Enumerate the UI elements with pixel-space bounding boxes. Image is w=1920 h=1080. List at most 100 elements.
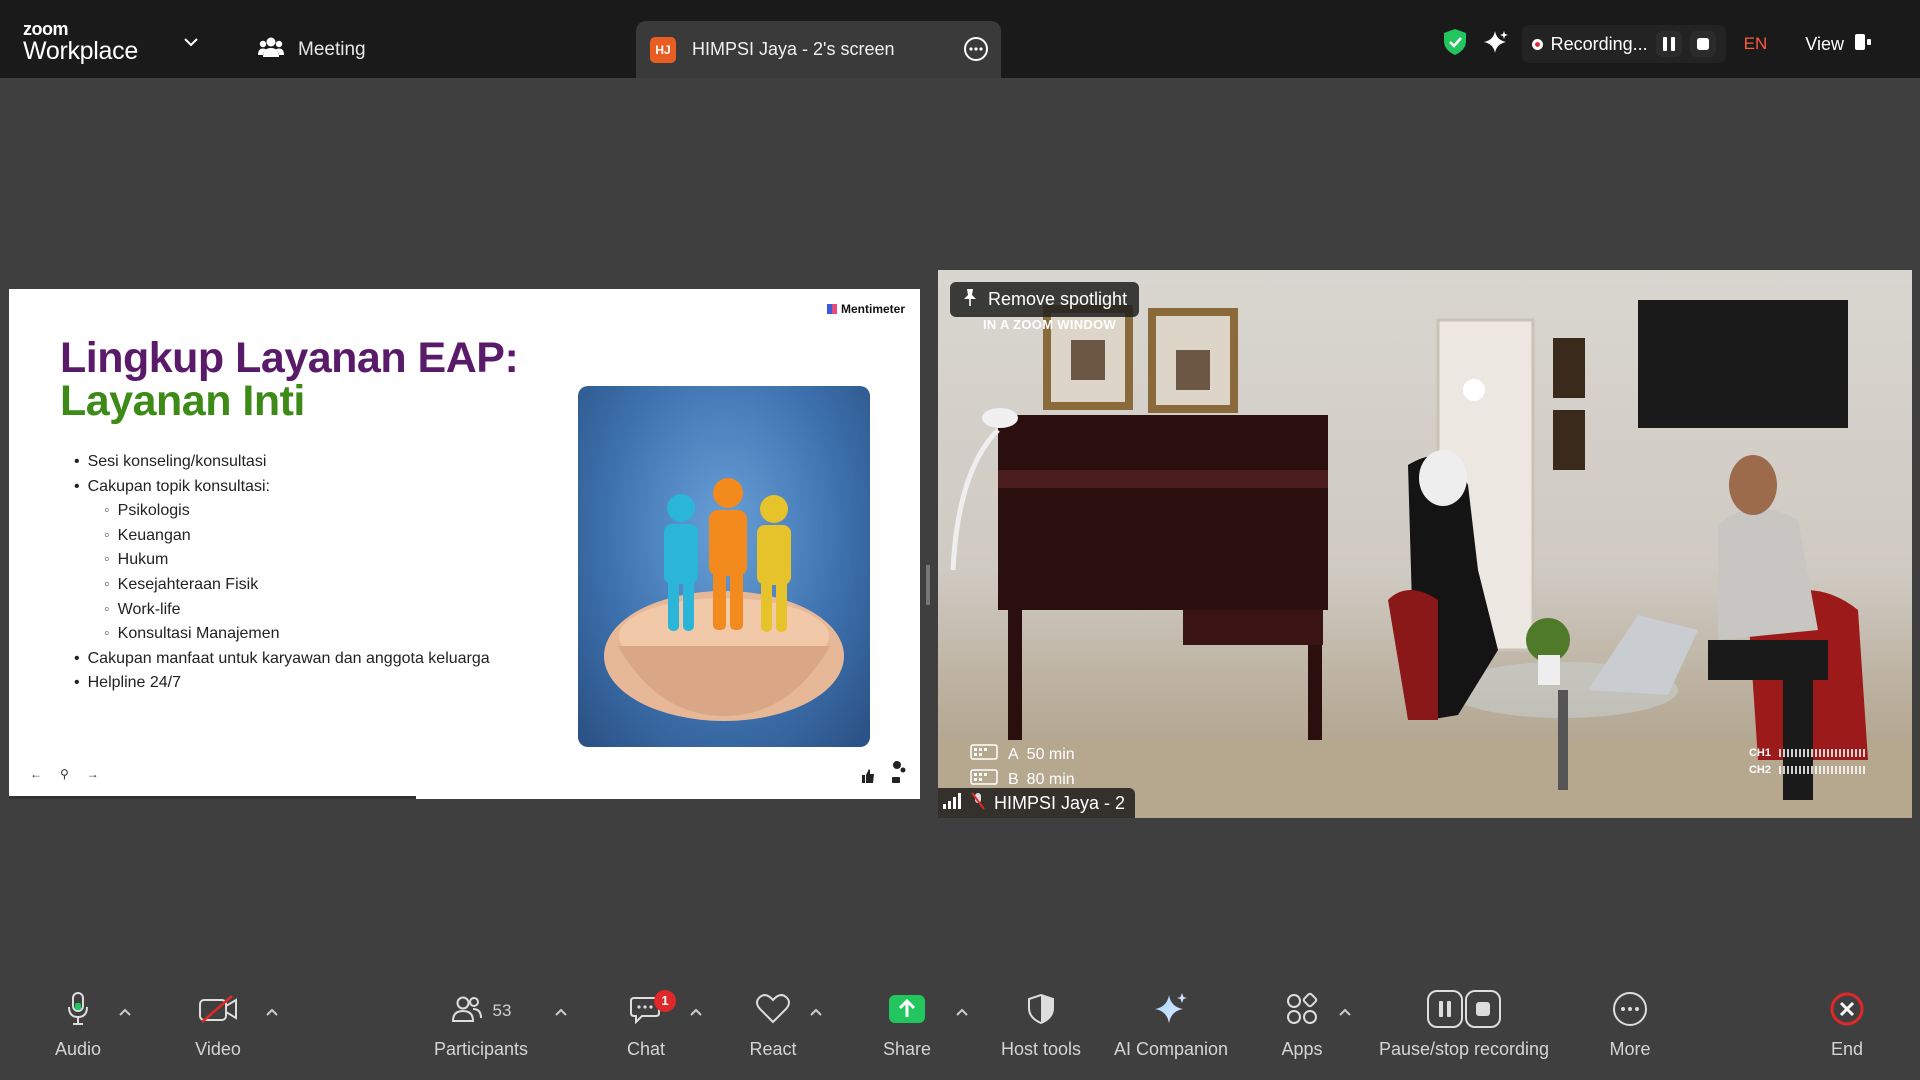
track-b-letter: B <box>1008 770 1019 788</box>
participants-count: 53 <box>492 1001 512 1020</box>
end-meeting-button[interactable]: End <box>1777 990 1917 1060</box>
split-resize-handle[interactable] <box>926 565 930 605</box>
pause-stop-recording-button[interactable]: Pause/stop recording <box>1364 989 1564 1060</box>
ai-sparkle-icon[interactable] <box>1482 29 1508 60</box>
sub-bullet-item: Psikologis <box>74 499 490 524</box>
slide-title: Lingkup Layanan EAP: <box>60 334 519 382</box>
chat-bubble-icon: 1 <box>630 989 676 1029</box>
stop-recording-button[interactable] <box>1689 31 1716 57</box>
ai-companion-button[interactable]: AI Companion <box>1101 990 1241 1060</box>
arrow-left-icon[interactable]: ← <box>30 767 42 781</box>
video-off-icon <box>198 994 238 1029</box>
arrow-right-icon[interactable]: → <box>87 767 99 781</box>
zoom-workplace-logo[interactable]: zoom Workplace <box>23 20 138 64</box>
more-button[interactable]: More <box>1560 990 1700 1060</box>
mentimeter-label: Mentimeter <box>840 302 905 316</box>
encryption-shield-icon[interactable] <box>1442 28 1468 61</box>
apps-button[interactable]: Apps <box>1232 990 1372 1060</box>
pause-stop-recording-icon <box>1427 989 1501 1033</box>
pause-recording-button[interactable] <box>1655 31 1682 57</box>
chevron-up-icon[interactable] <box>1338 1004 1352 1022</box>
heart-icon <box>755 993 791 1030</box>
chevron-up-icon[interactable] <box>955 1004 969 1022</box>
participants-button[interactable]: 53 Participants <box>411 990 551 1060</box>
video-button[interactable]: Video <box>148 990 288 1060</box>
slide-subtitle: Layanan Inti <box>60 377 305 425</box>
ch1-meter: CH1 <box>1749 747 1867 759</box>
chevron-up-icon[interactable] <box>118 1004 132 1022</box>
participant-initials-avatar: HJ <box>650 36 676 63</box>
chevron-up-icon[interactable] <box>554 1004 568 1022</box>
video-label: Video <box>195 1039 241 1059</box>
chevron-up-icon[interactable] <box>689 1004 703 1022</box>
meeting-menu[interactable]: Meeting <box>258 36 366 64</box>
more-dots-icon <box>1612 991 1648 1032</box>
overlay-caption: IN A ZOOM WINDOW <box>983 317 1117 332</box>
track-a-value: 50 min <box>1026 745 1075 763</box>
shared-screen-tab[interactable]: HJ HIMPSI Jaya - 2's screen <box>636 21 1001 78</box>
audio-label: Audio <box>54 1039 102 1059</box>
participant-name: HIMPSI Jaya - 2 <box>994 792 1126 813</box>
shared-screen-label: HIMPSI Jaya - 2's screen <box>692 39 895 59</box>
react-button[interactable]: React <box>703 990 843 1060</box>
audio-level-meter <box>1779 766 1867 774</box>
remove-spotlight-button[interactable]: Remove spotlight <box>950 282 1140 317</box>
chat-label: Chat <box>626 1039 666 1059</box>
apps-grid-icon <box>1285 992 1319 1031</box>
share-arrow-icon <box>888 994 926 1029</box>
recording-indicator[interactable]: Recording... <box>1521 25 1726 63</box>
bullet-item: Cakupan manfaat untuk karyawan dan anggo… <box>74 647 490 672</box>
chevron-up-icon[interactable] <box>265 1004 279 1022</box>
sub-bullet-item: Hukum <box>74 548 490 573</box>
host-tools-label: Host tools <box>1000 1039 1082 1059</box>
location-pin-icon[interactable]: ⚲ <box>60 767 69 781</box>
microphone-icon <box>66 991 90 1032</box>
share-label: Share <box>882 1039 932 1059</box>
participant-video-tile[interactable]: Remove spotlight IN A ZOOM WINDOW A 50 m… <box>938 270 1912 818</box>
top-bar: zoom Workplace Meeting HJ HIMPSI Jaya - … <box>0 0 1920 78</box>
shield-icon <box>1026 993 1056 1030</box>
audio-button[interactable]: Audio <box>8 990 148 1060</box>
language-selector[interactable]: EN <box>1744 34 1768 54</box>
slide-navigation: ← ⚲ → <box>30 767 99 781</box>
track-b-value: 80 min <box>1026 770 1075 788</box>
bullet-item: Helpline 24/7 <box>74 671 490 696</box>
bottom-toolbar: Audio Video 53 Participants 1 Chat React… <box>0 989 1920 1080</box>
top-right-controls: Recording... EN View <box>1442 24 1920 64</box>
ch2-meter: CH2 <box>1749 764 1867 776</box>
host-tools-button[interactable]: Host tools <box>971 990 1111 1060</box>
audio-level-meter <box>1779 749 1867 757</box>
slide-reactions <box>860 759 910 792</box>
track-a-letter: A <box>1008 745 1019 763</box>
close-x-icon <box>1830 992 1864 1031</box>
bullet-item: Sesi konseling/konsultasi <box>74 450 490 475</box>
video-room-scene <box>938 300 1912 818</box>
sub-bullet-item: Konsultasi Manajemen <box>74 622 490 647</box>
muted-mic-icon <box>970 791 986 815</box>
hands-holding-figures-image <box>578 386 870 747</box>
share-screen-button[interactable]: Share <box>837 990 977 1060</box>
chevron-up-icon[interactable] <box>809 1004 823 1022</box>
end-label: End <box>1830 1039 1864 1059</box>
ch1-label: CH1 <box>1748 747 1771 759</box>
chevron-down-icon[interactable] <box>183 34 199 52</box>
recording-status-text: Recording... <box>1550 33 1648 54</box>
ai-companion-label: AI Companion <box>1113 1039 1229 1059</box>
view-label: View <box>1805 33 1844 54</box>
chat-unread-badge: 1 <box>654 989 676 1012</box>
shared-screen-slide[interactable]: Mentimeter Lingkup Layanan EAP: Layanan … <box>9 289 920 799</box>
battery-icon <box>970 743 1000 766</box>
view-menu[interactable]: View <box>1805 33 1872 56</box>
people-group-icon <box>258 36 284 64</box>
mentimeter-logo-icon <box>826 304 837 314</box>
chat-button[interactable]: 1 Chat <box>576 989 716 1060</box>
more-options-icon[interactable] <box>963 36 989 67</box>
slide-progress-bar <box>9 796 416 799</box>
thumbs-up-icon <box>862 769 874 783</box>
react-label: React <box>749 1039 797 1059</box>
sub-bullet-item: Work-life <box>74 598 490 623</box>
view-layout-icon <box>1854 33 1872 56</box>
more-label: More <box>1609 1039 1651 1059</box>
mentimeter-brand: Mentimeter <box>826 302 905 316</box>
apps-label: Apps <box>1281 1039 1323 1059</box>
